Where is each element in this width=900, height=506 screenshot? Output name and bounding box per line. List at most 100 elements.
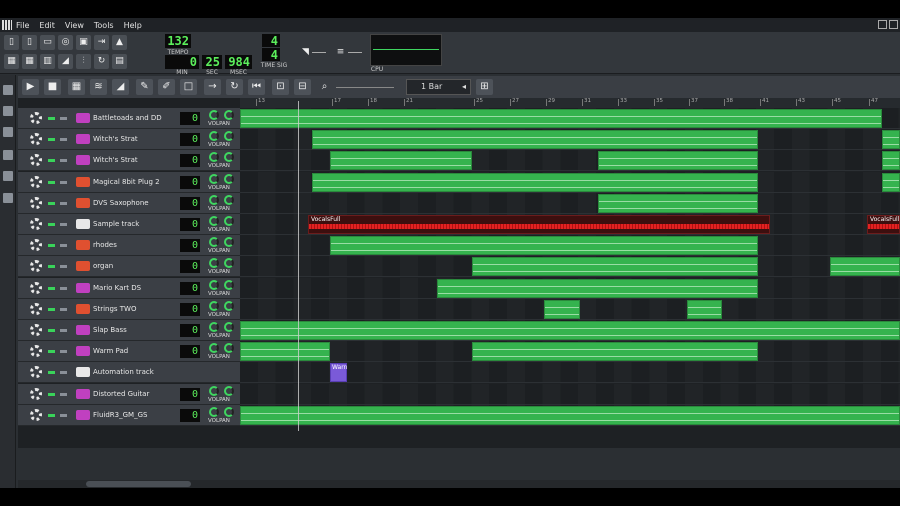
horizontal-scrollbar[interactable] xyxy=(18,480,900,488)
track-lane[interactable] xyxy=(240,171,900,193)
piano-roll-icon[interactable]: ▥ xyxy=(40,54,55,69)
track-name[interactable]: organ xyxy=(93,262,113,270)
automation-clip[interactable]: Warn xyxy=(330,363,347,383)
time-sig-numerator[interactable]: 4 xyxy=(262,34,280,48)
pattern-clip[interactable] xyxy=(240,342,330,362)
mute-toggle[interactable] xyxy=(48,244,55,248)
volume-knob[interactable] xyxy=(209,131,219,142)
track-name[interactable]: rhodes xyxy=(93,241,117,249)
track-lane[interactable] xyxy=(240,150,900,172)
auto-scroll-icon[interactable]: → xyxy=(204,79,221,95)
track-name[interactable]: Sample track xyxy=(93,220,139,228)
pan-knob[interactable] xyxy=(224,152,234,163)
pattern-clip[interactable] xyxy=(240,405,900,425)
track-header[interactable]: Mario Kart DS 0 VOLPAN xyxy=(18,277,240,299)
track-name[interactable]: Magical 8bit Plug 2 xyxy=(93,178,160,186)
my-samples-icon[interactable] xyxy=(3,127,13,137)
track-header[interactable]: Automation track xyxy=(18,362,240,384)
pan-knob[interactable] xyxy=(224,406,234,417)
track-settings-gear-icon[interactable] xyxy=(30,366,42,379)
track-lane[interactable] xyxy=(240,256,900,278)
mute-toggle[interactable] xyxy=(48,329,55,332)
track-header[interactable]: Witch's Strat 0 VOLPAN xyxy=(18,150,240,172)
track-header[interactable]: Strings TWO 0 VOLPAN xyxy=(18,298,240,320)
new-project-icon[interactable]: ▯ xyxy=(4,35,19,50)
pattern-clip[interactable] xyxy=(472,342,758,362)
volume-knob[interactable] xyxy=(209,322,219,332)
mute-toggle[interactable] xyxy=(48,286,55,290)
track-lane[interactable] xyxy=(240,341,900,363)
remove-bar-icon[interactable]: ⊟ xyxy=(294,79,311,95)
add-automation-track-icon[interactable]: ◢ xyxy=(112,79,129,95)
master-pitch-icon[interactable]: ≡ xyxy=(333,45,348,60)
volume-knob[interactable] xyxy=(209,110,219,120)
track-lane[interactable] xyxy=(240,404,900,426)
pattern-clip[interactable] xyxy=(687,299,722,319)
my-home-icon[interactable] xyxy=(3,171,13,181)
mute-toggle[interactable] xyxy=(48,307,55,311)
pattern-clip[interactable] xyxy=(598,151,758,171)
mute-toggle[interactable] xyxy=(48,265,55,269)
mute-toggle[interactable] xyxy=(48,413,55,417)
proportional-snap-icon[interactable]: ⊞ xyxy=(476,79,493,95)
knife-mode-icon[interactable]: ✐ xyxy=(158,79,175,95)
pattern-clip[interactable] xyxy=(472,257,758,277)
track-name[interactable]: Automation track xyxy=(93,368,154,376)
track-header[interactable]: organ 0 VOLPAN xyxy=(18,256,240,278)
draw-mode-icon[interactable]: ✎ xyxy=(136,79,153,95)
pattern-clip[interactable] xyxy=(882,172,900,192)
pan-knob[interactable] xyxy=(224,194,234,205)
pan-knob[interactable] xyxy=(224,343,234,354)
pan-knob[interactable] xyxy=(224,300,234,311)
track-settings-gear-icon[interactable] xyxy=(30,154,42,167)
solo-toggle[interactable] xyxy=(60,371,67,375)
time-sig-denominator[interactable]: 4 xyxy=(262,48,280,62)
zoom-slider[interactable] xyxy=(336,87,394,88)
timeline[interactable]: 13 17 18 21 25 27 29 31 33 35 37 38 41 43 45 47 xyxy=(240,98,900,108)
instrument-plugins-icon[interactable] xyxy=(3,85,13,95)
solo-toggle[interactable] xyxy=(60,223,67,226)
track-header[interactable]: Slap Bass 0 VOLPAN xyxy=(18,320,240,341)
snap-size-select[interactable]: 1 Bar ◂ xyxy=(406,79,471,95)
track-name[interactable]: Slap Bass xyxy=(93,326,127,334)
loop-points-icon[interactable]: ↻ xyxy=(226,79,243,95)
volume-knob[interactable] xyxy=(209,406,219,417)
pattern-clip[interactable] xyxy=(330,236,758,256)
track-name[interactable]: Battletoads and DD xyxy=(93,114,162,122)
track-volume-display[interactable]: 0 xyxy=(180,345,200,359)
beat-editor-icon[interactable]: ▦ xyxy=(22,54,37,69)
close-window-icon[interactable] xyxy=(889,20,898,29)
track-lane[interactable] xyxy=(240,129,900,151)
solo-toggle[interactable] xyxy=(60,265,67,269)
pan-knob[interactable] xyxy=(224,110,234,120)
stop-icon[interactable]: ■ xyxy=(44,79,61,95)
pattern-clip[interactable] xyxy=(544,299,580,319)
menu-help[interactable]: Help xyxy=(124,21,142,30)
track-name[interactable]: Strings TWO xyxy=(93,305,136,313)
sample-clip[interactable]: VocalsFull xyxy=(867,215,900,234)
volume-knob[interactable] xyxy=(209,300,219,311)
pattern-clip[interactable] xyxy=(330,151,472,171)
track-volume-display[interactable]: 0 xyxy=(180,154,200,168)
volume-knob[interactable] xyxy=(209,173,219,184)
my-presets-icon[interactable] xyxy=(3,150,13,160)
mute-toggle[interactable] xyxy=(48,371,55,375)
solo-toggle[interactable] xyxy=(60,138,67,142)
track-header[interactable]: Distorted Guitar 0 VOLPAN xyxy=(18,383,240,405)
solo-toggle[interactable] xyxy=(60,201,67,205)
solo-toggle[interactable] xyxy=(60,286,67,290)
play-icon[interactable]: ▶ xyxy=(22,79,39,95)
track-volume-display[interactable]: 0 xyxy=(180,112,200,125)
volume-knob[interactable] xyxy=(209,237,219,248)
sample-clip[interactable]: VocalsFull xyxy=(308,215,770,234)
track-lane[interactable] xyxy=(240,192,900,214)
track-lane[interactable] xyxy=(240,108,900,129)
pattern-clip[interactable] xyxy=(882,151,900,171)
track-name[interactable]: DVS Saxophone xyxy=(93,199,149,207)
track-lane[interactable]: Warn xyxy=(240,362,900,384)
pan-knob[interactable] xyxy=(224,131,234,142)
solo-toggle[interactable] xyxy=(60,180,67,184)
volume-knob[interactable] xyxy=(209,194,219,205)
menu-file[interactable]: File xyxy=(16,21,29,30)
mute-toggle[interactable] xyxy=(48,138,55,142)
